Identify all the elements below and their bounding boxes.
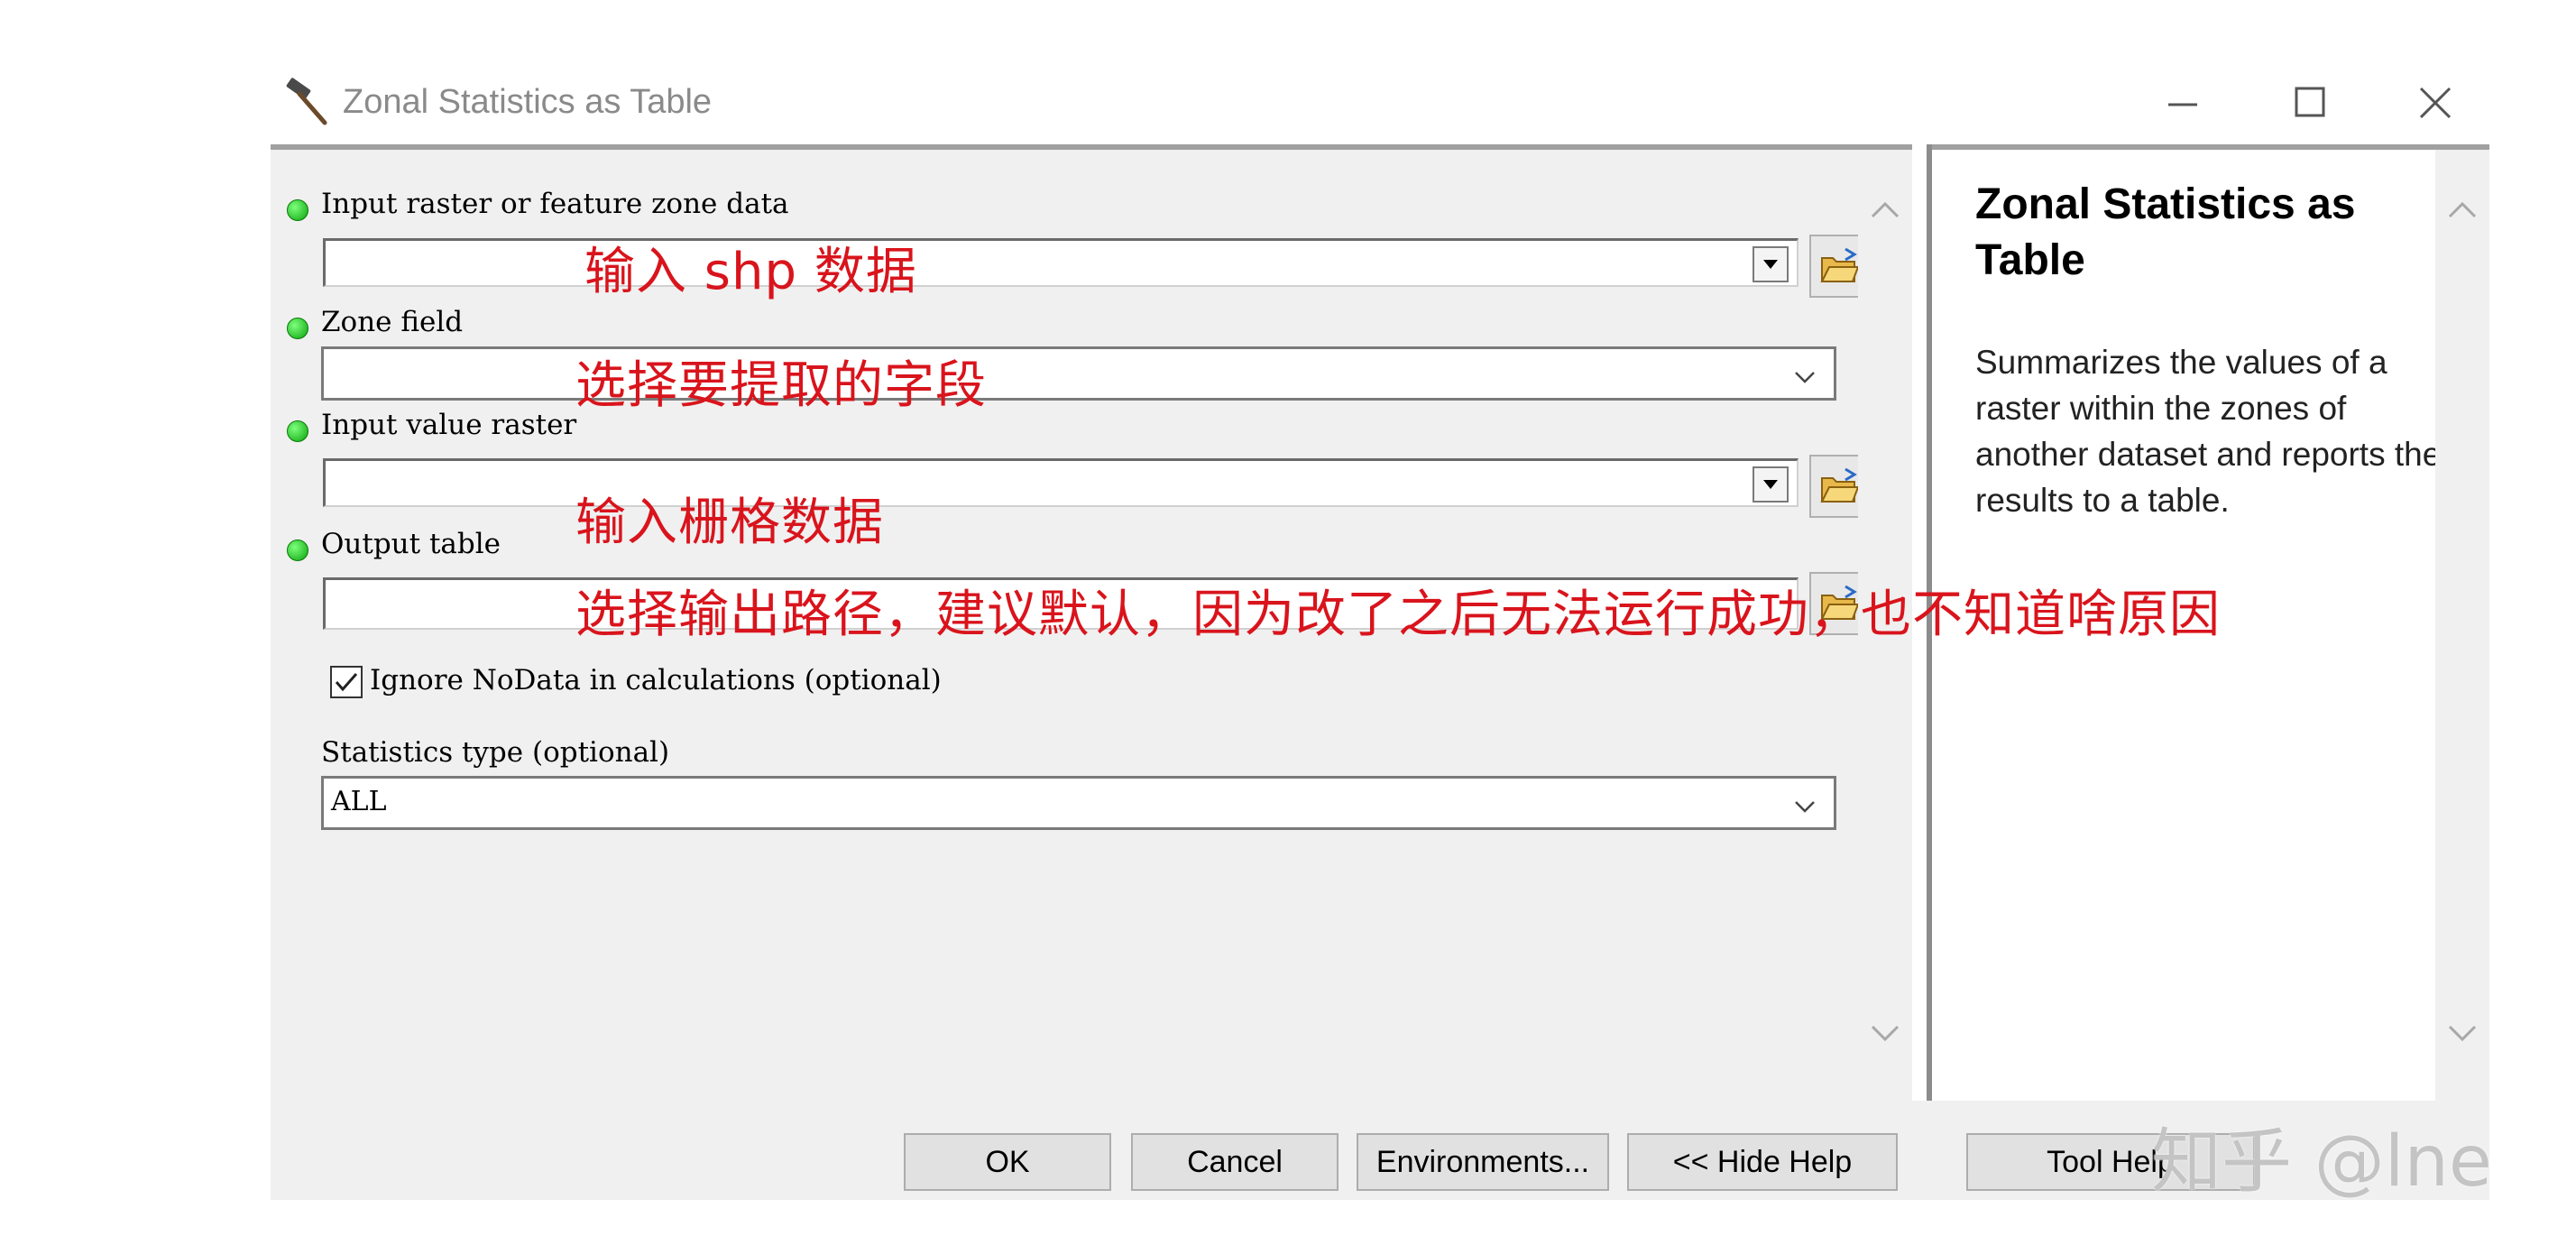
chevron-down-icon — [1790, 789, 1819, 818]
ok-button[interactable]: OK — [904, 1133, 1111, 1191]
input-value-raster-field[interactable] — [323, 458, 1799, 507]
annotation-zone-field: 选择要提取的字段 — [575, 356, 987, 415]
scroll-up-icon[interactable] — [2444, 193, 2480, 229]
dropdown-arrow-icon[interactable] — [1753, 246, 1789, 282]
minimize-button[interactable] — [2156, 76, 2210, 130]
ignore-nodata-checkbox[interactable] — [330, 666, 363, 698]
scroll-up-icon[interactable] — [1867, 193, 1903, 229]
statistics-type-value: ALL — [331, 786, 387, 817]
required-dot-icon — [287, 420, 308, 442]
required-dot-icon — [287, 199, 308, 221]
required-dot-icon — [287, 540, 308, 561]
zone-field-label: Zone field — [321, 306, 464, 338]
input-zone-field[interactable] — [323, 238, 1799, 287]
checkmark-icon — [335, 673, 358, 692]
hide-help-button[interactable]: << Hide Help — [1627, 1133, 1898, 1191]
statistics-type-select[interactable]: ALL — [321, 776, 1836, 830]
help-scrollbar[interactable] — [2435, 150, 2489, 1101]
statistics-type-label: Statistics type (optional) — [321, 736, 670, 769]
maximize-button[interactable] — [2282, 76, 2336, 130]
help-title: Zonal Statistics as Table — [1975, 180, 2356, 284]
environments-button[interactable]: Environments... — [1357, 1133, 1609, 1191]
close-button[interactable] — [2408, 76, 2462, 130]
input-value-raster-label: Input value raster — [321, 409, 577, 441]
dropdown-arrow-icon[interactable] — [1753, 466, 1789, 503]
annotation-input-shp: 输入 shp 数据 — [584, 243, 917, 301]
watermark: 知乎 @lne — [2151, 1121, 2492, 1203]
chevron-down-icon — [1790, 360, 1819, 389]
hammer-icon — [281, 76, 334, 128]
ignore-nodata-label: Ignore NoData in calculations (optional) — [370, 664, 942, 696]
input-zone-label: Input raster or feature zone data — [321, 188, 789, 220]
output-table-label: Output table — [321, 528, 501, 560]
scroll-down-icon[interactable] — [2444, 1014, 2480, 1050]
help-description: Summarizes the values of a raster within… — [1975, 344, 2442, 519]
annotation-output-path: 选择输出路径，建议默认，因为改了之后无法运行成功，也不知道啥原因 — [575, 586, 2221, 644]
open-folder-icon — [1820, 247, 1860, 282]
cancel-button[interactable]: Cancel — [1131, 1133, 1339, 1191]
open-folder-icon — [1820, 467, 1860, 503]
zone-field-select[interactable] — [321, 346, 1836, 401]
required-dot-icon — [287, 318, 308, 339]
annotation-input-raster: 输入栅格数据 — [575, 493, 884, 552]
title-bar: Zonal Statistics as Table — [271, 63, 2489, 144]
window-title: Zonal Statistics as Table — [343, 83, 713, 121]
scroll-down-icon[interactable] — [1867, 1014, 1903, 1050]
